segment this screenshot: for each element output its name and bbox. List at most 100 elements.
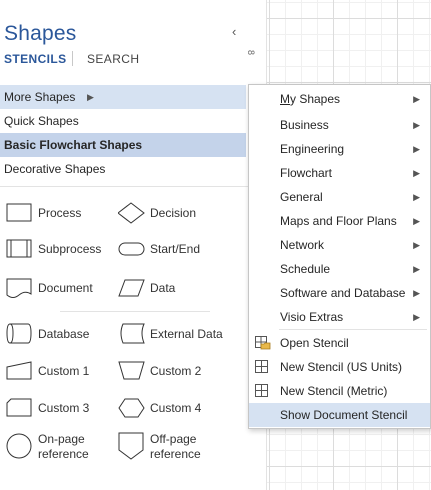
shape-data[interactable]: Data — [118, 275, 218, 305]
submenu-arrow-icon: ▶ — [413, 94, 420, 104]
shape-label: On-page — [38, 432, 85, 446]
chevron-right-icon: ▶ — [87, 92, 94, 102]
custom3-shape-icon — [6, 398, 32, 417]
shape-subprocess[interactable]: Subprocess — [6, 236, 106, 266]
menu-label: y Shapes — [290, 92, 341, 106]
startend-shape-icon — [118, 242, 145, 256]
menu-label: New Stencil (Metric) — [280, 384, 388, 398]
new-stencil-icon — [255, 360, 268, 373]
menu-separator — [279, 329, 427, 330]
process-shape-icon — [6, 203, 32, 222]
external-data-shape-icon — [120, 323, 145, 344]
shape-external-data[interactable]: External Data — [118, 321, 238, 351]
submenu-arrow-icon: ▶ — [413, 192, 420, 202]
shape-offpage-reference[interactable]: Off-page reference — [118, 430, 218, 464]
shapes-pane: Shapes ‹ STENCILS SEARCH More Shapes ▶ Q… — [0, 0, 249, 490]
shape-custom2[interactable]: Custom 2 — [118, 358, 218, 388]
menu-item-my-shapes[interactable]: My Shapes ▶ — [249, 87, 430, 111]
shape-startend[interactable]: Start/End — [118, 236, 218, 266]
shape-custom4[interactable]: Custom 4 — [118, 395, 218, 425]
pane-divider — [0, 186, 248, 187]
new-stencil-icon — [255, 384, 268, 397]
offpage-reference-shape-icon — [118, 432, 144, 460]
stencil-quick-shapes[interactable]: Quick Shapes — [0, 109, 246, 133]
more-shapes-button[interactable]: More Shapes ▶ — [0, 85, 246, 109]
menu-item-open-stencil[interactable]: Open Stencil — [249, 331, 430, 355]
access-key: M — [280, 92, 290, 106]
shape-custom3[interactable]: Custom 3 — [6, 395, 106, 425]
shape-label: Off-page — [150, 432, 197, 446]
menu-item-business[interactable]: Business ▶ — [249, 113, 430, 137]
menu-label: Maps and Floor Plans — [280, 214, 397, 228]
menu-label: Open Stencil — [280, 336, 349, 350]
tab-divider — [72, 51, 73, 66]
decision-shape-icon — [118, 202, 145, 224]
submenu-arrow-icon: ▶ — [413, 264, 420, 274]
menu-item-engineering[interactable]: Engineering ▶ — [249, 137, 430, 161]
custom1-shape-icon — [6, 361, 32, 380]
shape-label: reference — [38, 447, 89, 461]
shape-label: External Data — [150, 327, 223, 341]
shape-label: Data — [150, 281, 176, 295]
menu-label: Business — [280, 118, 329, 132]
menu-label: Network — [280, 238, 325, 252]
document-shape-icon — [6, 278, 32, 298]
menu-label: Flowchart — [280, 166, 333, 180]
menu-label: Schedule — [280, 262, 331, 276]
shape-label: reference — [150, 447, 201, 461]
menu-item-schedule[interactable]: Schedule ▶ — [249, 257, 430, 281]
shape-label: Custom 3 — [38, 401, 90, 415]
menu-item-network[interactable]: Network ▶ — [249, 233, 430, 257]
shape-decision[interactable]: Decision — [118, 200, 218, 230]
submenu-arrow-icon: ▶ — [413, 168, 420, 178]
tab-stencils[interactable]: STENCILS — [4, 52, 67, 66]
submenu-arrow-icon: ▶ — [413, 288, 420, 298]
custom4-shape-icon — [118, 398, 145, 418]
submenu-arrow-icon: ▶ — [413, 240, 420, 250]
menu-item-general[interactable]: General ▶ — [249, 185, 430, 209]
shape-label: Document — [38, 281, 93, 295]
database-shape-icon — [6, 323, 32, 344]
data-shape-icon — [118, 279, 145, 297]
shape-label: Custom 4 — [150, 401, 202, 415]
shape-label: Subprocess — [38, 242, 102, 256]
menu-label: Software and Database — [280, 286, 406, 300]
custom2-shape-icon — [118, 361, 145, 380]
stencil-decorative-shapes[interactable]: Decorative Shapes — [0, 157, 246, 181]
subprocess-shape-icon — [6, 239, 32, 258]
menu-item-new-stencil-metric[interactable]: New Stencil (Metric) — [249, 379, 430, 403]
shape-process[interactable]: Process — [6, 200, 106, 230]
menu-label: Show Document Stencil — [280, 408, 408, 422]
menu-label: New Stencil (US Units) — [280, 360, 403, 374]
collapse-pane-button[interactable]: ‹ — [232, 24, 236, 39]
shape-label: Custom 2 — [150, 364, 202, 378]
menu-item-software-database[interactable]: Software and Database ▶ — [249, 281, 430, 305]
menu-item-flowchart[interactable]: Flowchart ▶ — [249, 161, 430, 185]
stencil-basic-flowchart[interactable]: Basic Flowchart Shapes — [0, 133, 246, 157]
menu-item-visio-extras[interactable]: Visio Extras ▶ — [249, 305, 430, 329]
shape-onpage-reference[interactable]: On-page reference — [6, 430, 106, 464]
shape-label: Database — [38, 327, 90, 341]
shape-label: Custom 1 — [38, 364, 90, 378]
shape-database[interactable]: Database — [6, 321, 106, 351]
tab-search[interactable]: SEARCH — [87, 52, 139, 66]
more-shapes-label: More Shapes — [4, 90, 76, 104]
menu-label: General — [280, 190, 323, 204]
submenu-arrow-icon: ▶ — [413, 144, 420, 154]
more-shapes-menu: My Shapes ▶ Business ▶ Engineering ▶ Flo… — [248, 84, 431, 429]
menu-label: Visio Extras — [280, 310, 344, 324]
submenu-arrow-icon: ▶ — [413, 312, 420, 322]
menu-label: Engineering — [280, 142, 345, 156]
ruler-label: 8 — [246, 50, 256, 56]
shape-custom1[interactable]: Custom 1 — [6, 358, 106, 388]
open-stencil-icon — [255, 336, 271, 350]
shape-label: Decision — [150, 206, 197, 220]
menu-item-show-document-stencil[interactable]: Show Document Stencil — [249, 403, 430, 427]
menu-item-maps-floor-plans[interactable]: Maps and Floor Plans ▶ — [249, 209, 430, 233]
pane-title: Shapes — [4, 22, 77, 45]
shape-label: Process — [38, 206, 82, 220]
shape-document[interactable]: Document — [6, 275, 106, 305]
shape-label: Start/End — [150, 242, 201, 256]
menu-item-new-stencil-us[interactable]: New Stencil (US Units) — [249, 355, 430, 379]
shape-section-divider — [60, 311, 210, 312]
